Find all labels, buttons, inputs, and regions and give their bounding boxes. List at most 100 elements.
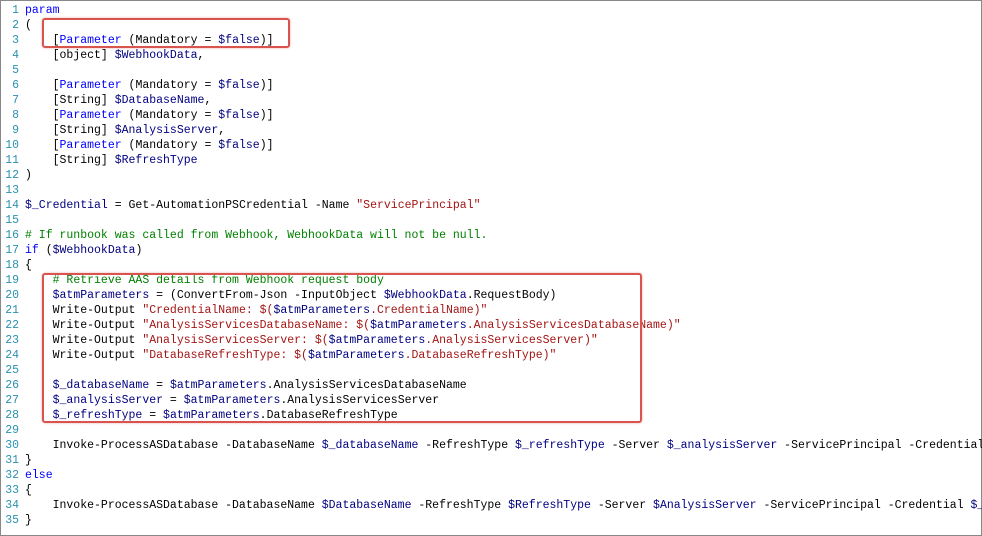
line-number: 20 [3, 288, 25, 303]
code-line: 11 [String] $RefreshType [3, 153, 979, 168]
line-number: 27 [3, 393, 25, 408]
line-number: 1 [3, 3, 25, 18]
code-line: 7 [String] $DatabaseName, [3, 93, 979, 108]
code-content: $_refreshType = $atmParameters.DatabaseR… [25, 408, 979, 423]
code-content: [String] $RefreshType [25, 153, 979, 168]
code-content: param [25, 3, 979, 18]
line-number: 3 [3, 33, 25, 48]
code-line: 16# If runbook was called from Webhook, … [3, 228, 979, 243]
line-number: 19 [3, 273, 25, 288]
line-number: 26 [3, 378, 25, 393]
line-number: 31 [3, 453, 25, 468]
code-content: [String] $AnalysisServer, [25, 123, 979, 138]
line-number: 21 [3, 303, 25, 318]
code-content: Invoke-ProcessASDatabase -DatabaseName $… [25, 438, 982, 453]
line-number: 6 [3, 78, 25, 93]
code-content: [String] $DatabaseName, [25, 93, 979, 108]
code-content: } [25, 513, 979, 528]
line-number: 34 [3, 498, 25, 513]
line-number: 32 [3, 468, 25, 483]
code-content [25, 63, 979, 78]
line-number: 30 [3, 438, 25, 453]
code-content: [object] $WebhookData, [25, 48, 979, 63]
line-number: 13 [3, 183, 25, 198]
code-line: 25 [3, 363, 979, 378]
line-number: 23 [3, 333, 25, 348]
line-number: 12 [3, 168, 25, 183]
code-line: 4 [object] $WebhookData, [3, 48, 979, 63]
code-line: 1param [3, 3, 979, 18]
line-number: 8 [3, 108, 25, 123]
code-content: Write-Output "AnalysisServicesServer: $(… [25, 333, 979, 348]
line-number: 16 [3, 228, 25, 243]
code-content: else [25, 468, 979, 483]
code-line: 30 Invoke-ProcessASDatabase -DatabaseNam… [3, 438, 979, 453]
code-line: 6 [Parameter (Mandatory = $false)] [3, 78, 979, 93]
code-content: ) [25, 168, 979, 183]
code-line: 35} [3, 513, 979, 528]
code-line: 32else [3, 468, 979, 483]
code-line: 17if ($WebhookData) [3, 243, 979, 258]
line-number: 35 [3, 513, 25, 528]
line-number: 29 [3, 423, 25, 438]
line-number: 10 [3, 138, 25, 153]
code-line: 19 # Retrieve AAS details from Webhook r… [3, 273, 979, 288]
line-number: 22 [3, 318, 25, 333]
code-line: 29 [3, 423, 979, 438]
line-number: 5 [3, 63, 25, 78]
code-line: 13 [3, 183, 979, 198]
line-number: 25 [3, 363, 25, 378]
code-line: 33{ [3, 483, 979, 498]
code-content: $_databaseName = $atmParameters.Analysis… [25, 378, 979, 393]
code-content: [Parameter (Mandatory = $false)] [25, 138, 979, 153]
code-line: 5 [3, 63, 979, 78]
code-line: 18{ [3, 258, 979, 273]
code-line: 34 Invoke-ProcessASDatabase -DatabaseNam… [3, 498, 979, 513]
line-number: 33 [3, 483, 25, 498]
code-line: 20 $atmParameters = (ConvertFrom-Json -I… [3, 288, 979, 303]
code-line: 9 [String] $AnalysisServer, [3, 123, 979, 138]
code-content: # Retrieve AAS details from Webhook requ… [25, 273, 979, 288]
code-content: if ($WebhookData) [25, 243, 979, 258]
line-number: 11 [3, 153, 25, 168]
code-line: 31} [3, 453, 979, 468]
code-content [25, 363, 979, 378]
code-content: { [25, 483, 979, 498]
code-line: 22 Write-Output "AnalysisServicesDatabas… [3, 318, 979, 333]
line-number: 2 [3, 18, 25, 33]
code-content: } [25, 453, 979, 468]
line-number: 7 [3, 93, 25, 108]
line-number: 9 [3, 123, 25, 138]
code-content: $_analysisServer = $atmParameters.Analys… [25, 393, 979, 408]
line-number: 14 [3, 198, 25, 213]
code-line: 3 [Parameter (Mandatory = $false)] [3, 33, 979, 48]
code-content: Write-Output "CredentialName: $($atmPara… [25, 303, 979, 318]
line-number: 17 [3, 243, 25, 258]
code-line: 10 [Parameter (Mandatory = $false)] [3, 138, 979, 153]
line-number: 4 [3, 48, 25, 63]
code-content [25, 213, 979, 228]
line-number: 15 [3, 213, 25, 228]
code-content: Write-Output "DatabaseRefreshType: $($at… [25, 348, 979, 363]
code-line: 28 $_refreshType = $atmParameters.Databa… [3, 408, 979, 423]
line-number: 24 [3, 348, 25, 363]
code-line: 27 $_analysisServer = $atmParameters.Ana… [3, 393, 979, 408]
code-content: # If runbook was called from Webhook, We… [25, 228, 979, 243]
code-line: 24 Write-Output "DatabaseRefreshType: $(… [3, 348, 979, 363]
code-line: 23 Write-Output "AnalysisServicesServer:… [3, 333, 979, 348]
code-content: $_Credential = Get-AutomationPSCredentia… [25, 198, 979, 213]
code-line: 26 $_databaseName = $atmParameters.Analy… [3, 378, 979, 393]
code-content: ( [25, 18, 979, 33]
code-editor: 1param2(3 [Parameter (Mandatory = $false… [3, 3, 979, 528]
code-content: [Parameter (Mandatory = $false)] [25, 78, 979, 93]
code-line: 15 [3, 213, 979, 228]
line-number: 28 [3, 408, 25, 423]
code-content: { [25, 258, 979, 273]
code-content: Invoke-ProcessASDatabase -DatabaseName $… [25, 498, 982, 513]
code-content: [Parameter (Mandatory = $false)] [25, 33, 979, 48]
code-line: 21 Write-Output "CredentialName: $($atmP… [3, 303, 979, 318]
code-line: 2( [3, 18, 979, 33]
code-line: 14$_Credential = Get-AutomationPSCredent… [3, 198, 979, 213]
code-line: 12) [3, 168, 979, 183]
code-content [25, 423, 979, 438]
